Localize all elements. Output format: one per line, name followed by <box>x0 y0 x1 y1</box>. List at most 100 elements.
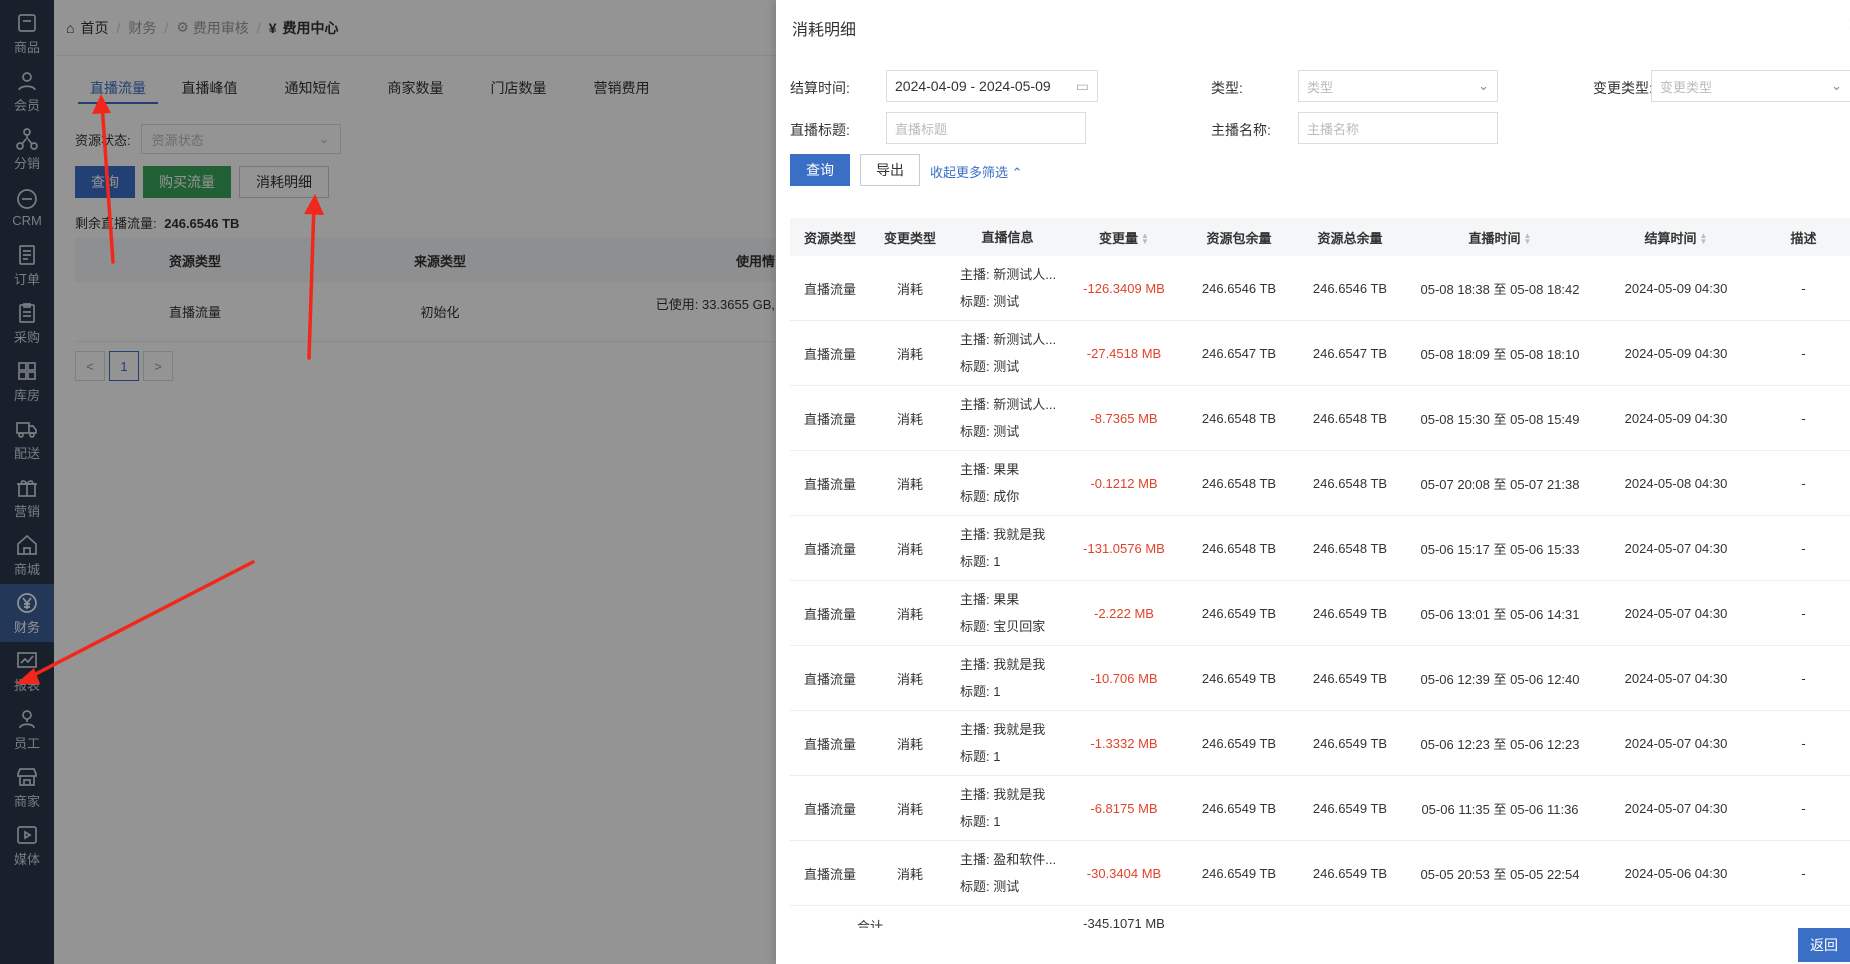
resource-type-cell: 直播流量 <box>803 346 856 362</box>
anchor-name-label: 主播名称: <box>1211 122 1271 138</box>
table-row: 直播流量 消耗 主播: 我就是我 标题: 1 -1.3332 MB 246.6549 TB… <box>790 711 1850 776</box>
total-remaining-cell: 246.6548 TB <box>1312 475 1388 491</box>
package-remaining-cell: 246.6549 TB <box>1201 865 1277 881</box>
anchor-text: 主播: 果果 <box>960 462 1020 477</box>
table-row: 直播流量 消耗 主播: 新测试人... 标题: 测试 -8.7365 MB 246.654… <box>790 386 1850 451</box>
live-info-cell: 主播: 我就是我 标题: 1 <box>950 521 1065 575</box>
live-time-cell: 05-08 15:30 至 05-08 15:49 <box>1420 411 1580 427</box>
type-select[interactable]: 类型 ⌄ <box>1298 70 1498 102</box>
anchor-text: 主播: 我就是我 <box>960 527 1046 542</box>
total-remaining-cell: 246.6548 TB <box>1312 540 1388 556</box>
description-cell: - <box>1801 605 1806 621</box>
sort-settle-time[interactable]: 结算时间 ▲ ▼ <box>1595 228 1757 247</box>
change-type-cell: 消耗 <box>896 736 923 752</box>
table-footer: 合计 -345.1071 MB <box>856 918 1165 928</box>
settle-time-cell: 2024-05-08 04:30 <box>1624 475 1728 491</box>
sort-change-amount[interactable]: 变更量 ▲ ▼ <box>1065 228 1183 247</box>
anchor-text: 主播: 新测试人... <box>960 332 1057 347</box>
table-body: 直播流量 消耗 主播: 新测试人... 标题: 测试 -126.3409 MB 246.6… <box>790 256 1850 906</box>
sort-live-time[interactable]: 直播时间 ▲ ▼ <box>1405 228 1595 247</box>
change-amount-cell: -2.222 MB <box>1094 605 1154 621</box>
chevron-down-icon: ⌄ <box>1831 78 1842 93</box>
change-type-cell: 消耗 <box>896 411 923 427</box>
resource-type-cell: 直播流量 <box>803 866 856 882</box>
live-info-cell: 主播: 果果 标题: 成你 <box>950 456 1065 510</box>
anchor-text: 主播: 我就是我 <box>960 722 1046 737</box>
sort-icon: ▲ ▼ <box>1141 231 1149 247</box>
change-type-cell: 消耗 <box>896 476 923 492</box>
package-remaining-cell: 246.6549 TB <box>1201 605 1277 621</box>
change-type-label: 变更类型: <box>1593 80 1653 96</box>
change-amount-cell: -30.3404 MB <box>1086 865 1162 881</box>
package-remaining-cell: 246.6548 TB <box>1201 540 1277 556</box>
modal-overlay[interactable] <box>0 0 776 964</box>
return-button[interactable]: 返回 <box>1798 928 1850 962</box>
anchor-text: 主播: 我就是我 <box>960 787 1046 802</box>
description-cell: - <box>1801 345 1806 361</box>
change-amount-cell: -131.0576 MB <box>1083 540 1165 556</box>
description-cell: - <box>1801 475 1806 491</box>
change-type-cell: 消耗 <box>896 801 923 817</box>
live-info-cell: 主播: 新测试人... 标题: 测试 <box>950 261 1065 315</box>
package-remaining-cell: 246.6548 TB <box>1201 410 1277 426</box>
title-text: 标题: 1 <box>960 749 1001 764</box>
change-amount-cell: -6.8175 MB <box>1090 800 1158 816</box>
live-time-cell: 05-07 20:08 至 05-07 21:38 <box>1420 476 1580 492</box>
live-time-cell: 05-06 12:23 至 05-06 12:23 <box>1420 736 1580 752</box>
total-remaining-cell: 246.6548 TB <box>1312 410 1388 426</box>
description-cell: - <box>1801 865 1806 881</box>
settle-time-cell: 2024-05-09 04:30 <box>1624 410 1728 426</box>
change-amount-cell: -8.7365 MB <box>1090 410 1158 426</box>
anchor-text: 主播: 果果 <box>960 592 1020 607</box>
settle-time-cell: 2024-05-07 04:30 <box>1624 735 1728 751</box>
change-type-select[interactable]: 变更类型 ⌄ <box>1651 70 1850 102</box>
title-text: 标题: 成你 <box>960 489 1020 504</box>
title-text: 标题: 测试 <box>960 359 1020 374</box>
chevron-down-icon: ⌄ <box>1478 78 1489 93</box>
resource-type-cell: 直播流量 <box>803 541 856 557</box>
live-info-cell: 主播: 果果标题: 宝贝回家 <box>950 586 1065 640</box>
consumption-table: 资源类型 变更类型 直播信息 变更量 ▲ ▼ 资源包余量 资源总余量 直播时间 ▲ ▼ … <box>790 218 1850 906</box>
live-info-cell: 主播: 我就是我 标题: 1 <box>950 781 1065 835</box>
description-cell: - <box>1801 800 1806 816</box>
total-remaining-cell: 246.6547 TB <box>1312 345 1388 361</box>
live-info-cell: 主播: 新测试人... 标题: 测试 <box>950 391 1065 445</box>
sort-icon: ▲ ▼ <box>1523 231 1532 247</box>
total-remaining-cell: 246.6549 TB <box>1312 735 1388 751</box>
type-label: 类型: <box>1211 80 1243 96</box>
settle-time-cell: 2024-05-06 04:30 <box>1624 865 1728 881</box>
change-amount-cell: -126.3409 MB <box>1083 280 1165 296</box>
calendar-icon: ▭ <box>1075 77 1089 94</box>
export-button[interactable]: 导出 <box>860 154 920 186</box>
change-type-cell: 消耗 <box>896 866 923 882</box>
settle-time-input[interactable]: 2024-04-09 - 2024-05-09 ▭ <box>886 70 1098 102</box>
table-header: 资源类型 变更类型 直播信息 变更量 ▲ ▼ 资源包余量 资源总余量 直播时间 ▲ ▼ … <box>790 218 1850 256</box>
drawer-query-button[interactable]: 查询 <box>790 154 850 186</box>
change-amount-cell: -1.3332 MB <box>1090 735 1158 751</box>
title-text: 标题: 宝贝回家 <box>960 619 1046 634</box>
table-row: 直播流量 消耗 主播: 我就是我 标题: 1 -10.706 MB 246.6549 TB… <box>790 646 1850 711</box>
change-type-cell: 消耗 <box>896 281 923 297</box>
total-remaining-cell: 246.6549 TB <box>1312 800 1388 816</box>
settle-time-label: 结算时间: <box>790 80 850 96</box>
live-title-input[interactable]: 直播标题 <box>886 112 1086 144</box>
collapse-filters-link[interactable]: 收起更多筛选 ⌃ <box>930 162 1023 181</box>
package-remaining-cell: 246.6549 TB <box>1201 735 1277 751</box>
title-text: 标题: 1 <box>960 684 1001 699</box>
consumption-detail-drawer: 消耗明细 × 结算时间: 2024-04-09 - 2024-05-09 ▭ 类… <box>776 0 1850 964</box>
change-type-cell: 消耗 <box>896 671 923 687</box>
total-remaining-cell: 246.6549 TB <box>1312 865 1388 881</box>
anchor-text: 主播: 新测试人... <box>960 397 1057 412</box>
change-amount-cell: -0.1212 MB <box>1090 475 1158 491</box>
live-time-cell: 05-05 20:53 至 05-05 22:54 <box>1420 866 1580 882</box>
change-type-cell: 消耗 <box>896 606 923 622</box>
settle-time-cell: 2024-05-09 04:30 <box>1624 345 1728 361</box>
total-remaining-cell: 246.6546 TB <box>1312 280 1388 296</box>
resource-type-cell: 直播流量 <box>803 671 856 687</box>
settle-time-cell: 2024-05-07 04:30 <box>1624 605 1728 621</box>
live-title-label: 直播标题: <box>790 122 850 138</box>
drawer-title: 消耗明细 <box>792 22 857 39</box>
anchor-name-input[interactable]: 主播名称 <box>1298 112 1498 144</box>
total-remaining-cell: 246.6549 TB <box>1312 670 1388 686</box>
description-cell: - <box>1801 670 1806 686</box>
